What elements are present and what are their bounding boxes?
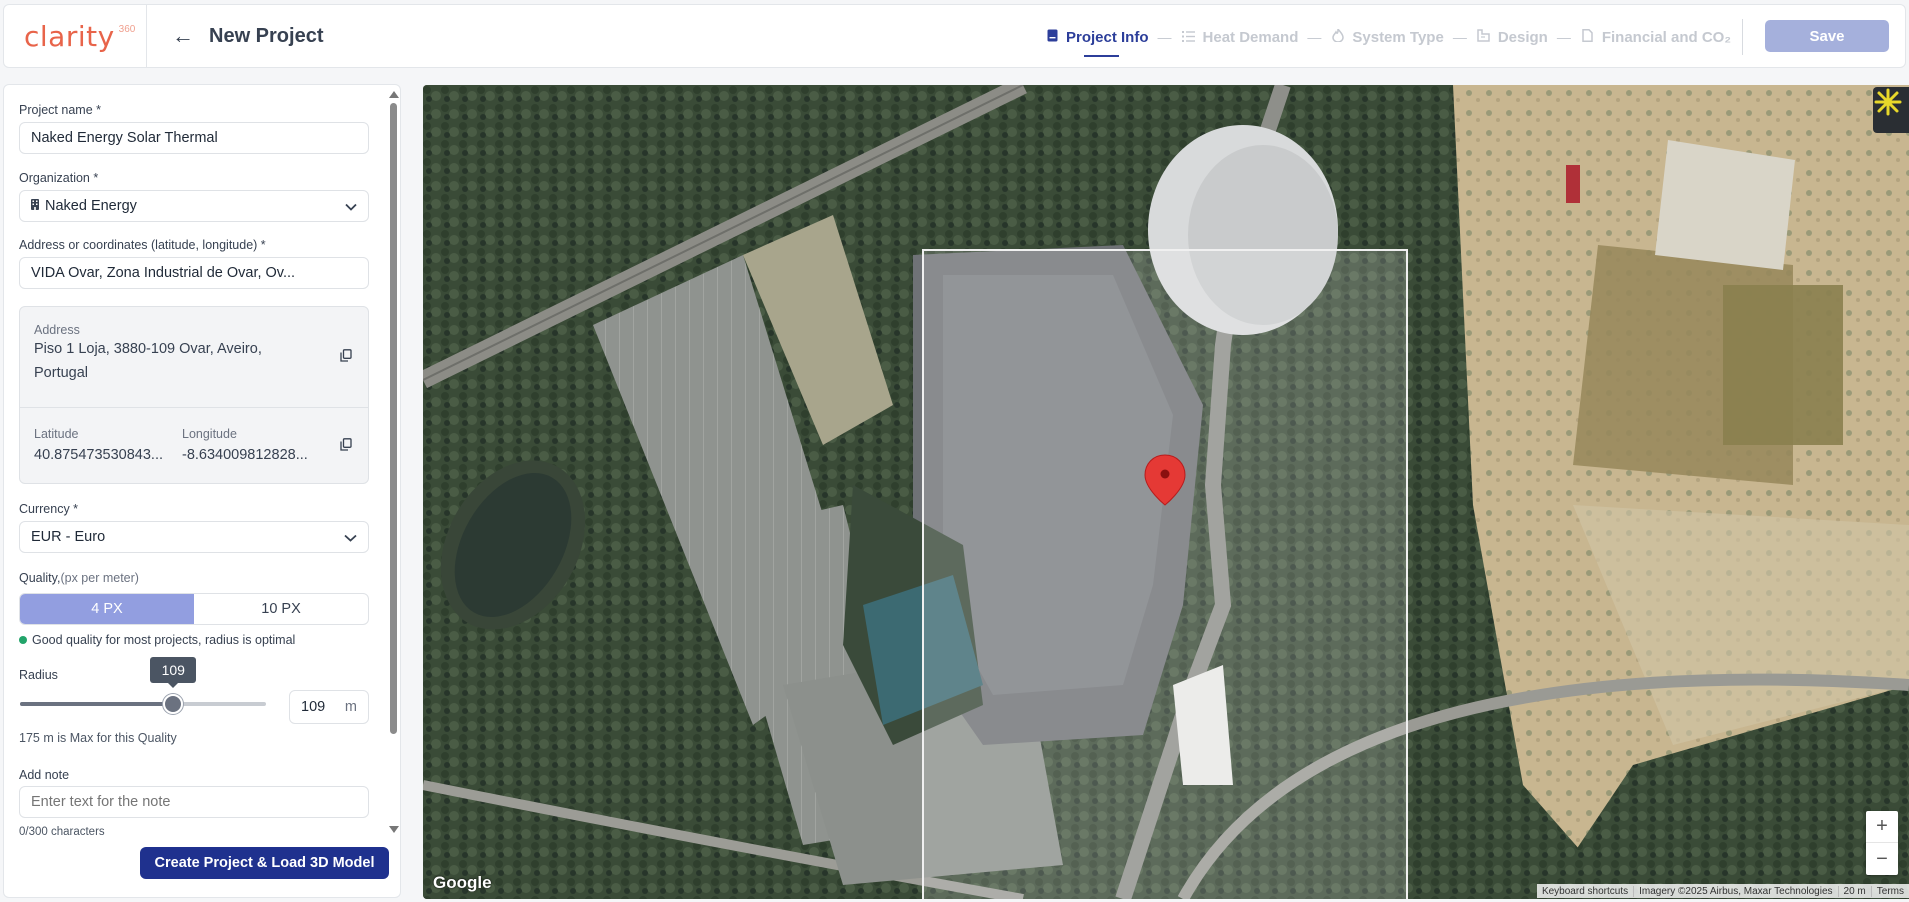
radius-label: Radius [19, 668, 58, 682]
zoom-in-button[interactable]: + [1866, 811, 1898, 843]
project-name-value: Naked Energy Solar Thermal [31, 130, 218, 146]
step-label: Project Info [1066, 28, 1149, 46]
copy-icon[interactable] [340, 349, 352, 362]
logo[interactable]: clarity 360 [4, 5, 147, 67]
longitude-value: -8.634009812828... [182, 447, 308, 463]
create-project-button[interactable]: Create Project & Load 3D Model [140, 847, 389, 879]
arrow-left-icon[interactable]: ← [169, 23, 197, 49]
quality-segmented-control: 4 PX 10 PX [19, 593, 369, 625]
radius-tooltip: 109 [150, 657, 197, 688]
scale-bar: 20 m [1837, 885, 1871, 897]
stepper: Project Info — Heat Demand — System Type… [1044, 5, 1731, 69]
list-icon [1181, 30, 1197, 45]
project-form-panel: Project name * Naked Energy Solar Therma… [3, 84, 401, 898]
radius-slider-track[interactable] [20, 702, 266, 706]
keyboard-shortcuts-link[interactable]: Keyboard shortcuts [1537, 886, 1633, 897]
address-input-value: VIDA Ovar, Zona Industrial de Ovar, Ov..… [31, 265, 296, 281]
imagery-credit: Imagery ©2025 Airbus, Maxar Technologies [1633, 885, 1837, 897]
step-label: Heat Demand [1202, 28, 1299, 46]
step-separator: — [1452, 29, 1467, 45]
latitude-label: Latitude [34, 427, 79, 441]
quality-hint-text: Good quality for most projects, radius i… [32, 633, 296, 647]
step-label: System Type [1352, 28, 1444, 46]
step-separator: — [1307, 29, 1322, 45]
fullscreen-toggle-icon[interactable] [1873, 87, 1909, 133]
project-name-label: Project name * [19, 103, 101, 117]
radius-slider-fill [20, 702, 174, 706]
note-label: Add note [19, 768, 70, 782]
google-logo: Google [433, 873, 492, 892]
logo-text: clarity [24, 19, 115, 53]
terms-link[interactable]: Terms [1870, 885, 1909, 897]
ruler-icon [1476, 29, 1492, 45]
step-system-type[interactable]: System Type [1330, 5, 1444, 69]
zoom-out-button[interactable]: − [1866, 843, 1898, 875]
radius-slider-thumb[interactable] [163, 694, 184, 714]
scrollbar[interactable] [387, 85, 399, 840]
header-divider [1742, 19, 1743, 55]
save-button[interactable]: Save [1765, 20, 1889, 52]
chevron-down-icon [344, 530, 357, 545]
step-financial[interactable]: Financial and CO₂ [1580, 5, 1731, 69]
step-project-info[interactable]: Project Info [1044, 5, 1149, 69]
zoom-control: + − [1866, 811, 1898, 875]
quality-option-4px[interactable]: 4 PX [20, 594, 194, 624]
step-design[interactable]: Design [1476, 5, 1548, 69]
address-line-1: Piso 1 Loja, 3880-109 Ovar, Aveiro, [34, 341, 262, 357]
page-title: New Project [209, 24, 324, 47]
top-bar: clarity 360 ← New Project Project Info —… [3, 4, 1906, 68]
copy-icon[interactable] [340, 438, 352, 451]
quality-label-suffix: (px per meter) [60, 571, 139, 585]
address-input[interactable]: VIDA Ovar, Zona Industrial de Ovar, Ov..… [19, 257, 369, 289]
project-name-input[interactable]: Naked Energy Solar Thermal [19, 122, 369, 154]
clipboard-icon [1044, 29, 1060, 45]
satellite-imagery [423, 85, 1909, 899]
currency-value: EUR - Euro [31, 529, 106, 545]
step-separator: — [1556, 29, 1571, 45]
address-label: Address [34, 323, 80, 337]
radius-selection-square [922, 249, 1408, 899]
radius-value: 109 [301, 699, 326, 715]
quality-option-10px[interactable]: 10 PX [194, 594, 368, 624]
organization-label: Organization * [19, 171, 99, 185]
address-input-label: Address or coordinates (latitude, longit… [19, 238, 266, 252]
organization-value: Naked Energy [45, 198, 137, 214]
step-label: Financial and CO₂ [1601, 28, 1732, 46]
flame-icon [1330, 26, 1346, 45]
currency-label: Currency * [19, 502, 79, 516]
status-dot-icon [19, 636, 27, 644]
latitude-value: 40.875473530843... [34, 447, 164, 463]
step-label: Design [1497, 28, 1548, 46]
logo-superscript: 360 [118, 23, 136, 35]
step-separator: — [1157, 29, 1172, 45]
card-divider [20, 407, 368, 408]
scroll-up-arrow-icon[interactable] [389, 91, 399, 98]
radius-unit: m [344, 699, 357, 715]
document-icon [1580, 29, 1596, 45]
longitude-label: Longitude [182, 427, 237, 441]
building-icon [31, 199, 39, 213]
radius-max-note: 175 m is Max for this Quality [19, 731, 177, 745]
step-heat-demand[interactable]: Heat Demand [1181, 5, 1299, 69]
address-details-card: Address Piso 1 Loja, 3880-109 Ovar, Avei… [19, 306, 369, 484]
note-input[interactable] [19, 786, 369, 818]
scroll-down-arrow-icon[interactable] [389, 826, 399, 833]
quality-hint: Good quality for most projects, radius i… [19, 633, 295, 647]
chevron-down-icon [345, 199, 357, 214]
quality-label: Quality,(px per meter) [19, 571, 139, 585]
currency-select[interactable]: EUR - Euro [19, 521, 369, 553]
map-attribution: Keyboard shortcuts Imagery ©2025 Airbus,… [1536, 884, 1909, 898]
address-line-2: Portugal [34, 365, 89, 381]
note-char-counter: 0/300 characters [19, 826, 105, 838]
radius-input[interactable]: 109 m [289, 690, 369, 724]
scrollbar-thumb[interactable] [390, 103, 397, 734]
organization-select[interactable]: Naked Energy [19, 190, 369, 222]
satellite-map[interactable]: + − Google Keyboard shortcuts Imagery ©2… [423, 85, 1909, 899]
quality-label-text: Quality, [19, 571, 61, 585]
